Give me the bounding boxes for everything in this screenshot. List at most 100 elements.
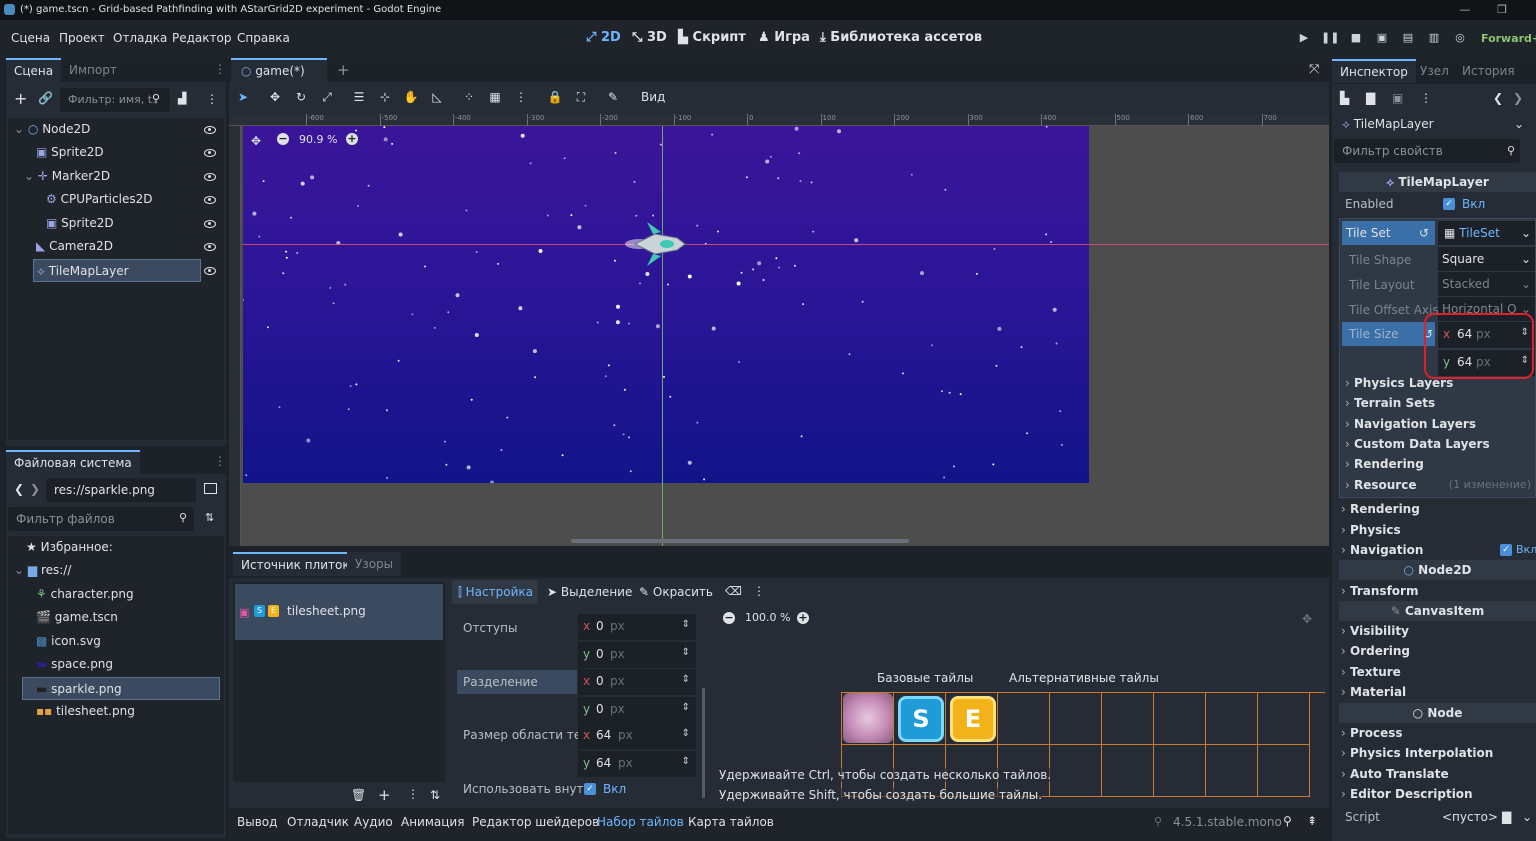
play-scene-icon[interactable]: ▤	[1399, 31, 1417, 47]
tile-grid-cell[interactable]	[1258, 693, 1310, 745]
canvas-viewport[interactable]: -600 -500 -400 -300 -200 -100 0 100 200 300 400 500…	[229, 114, 1329, 546]
forward-icon[interactable]: ❯	[30, 482, 40, 496]
instance-scene-icon[interactable]: 🔗	[38, 91, 53, 105]
section-terrain-sets[interactable]: Terrain Sets	[1340, 393, 1535, 413]
zoom-out-icon[interactable]: −	[723, 612, 735, 624]
history-back-icon[interactable]: ❮	[1493, 91, 1503, 105]
visibility-eye-icon[interactable]	[204, 149, 216, 157]
tile-grid-cell[interactable]	[1050, 745, 1102, 797]
script-picker[interactable]: <пусто> ▇ ⌄	[1436, 805, 1534, 829]
section-navigation-layers[interactable]: Navigation Layers	[1340, 414, 1535, 434]
section-texture[interactable]: Texture	[1336, 662, 1534, 682]
section-physics[interactable]: Physics	[1336, 520, 1534, 540]
source-item-tilesheet[interactable]: ▣ S E tilesheet.png	[235, 584, 443, 640]
section-tileset-rendering[interactable]: Rendering	[1340, 454, 1535, 474]
snap-options-icon[interactable]: ⋮	[513, 89, 529, 105]
subtab-setup[interactable]: ⫿ Настройка	[452, 580, 538, 604]
tab-node[interactable]: Узел	[1412, 59, 1457, 83]
sort-icon[interactable]: ⇅	[205, 511, 214, 524]
sort-sources-icon[interactable]: ⇅	[430, 788, 440, 802]
lock-icon[interactable]: 🔒	[547, 89, 563, 105]
group-icon[interactable]: ⛶	[573, 89, 589, 105]
visibility-eye-icon[interactable]	[204, 126, 216, 134]
history-forward-icon[interactable]: ❯	[1513, 91, 1523, 105]
pause-icon[interactable]: ❚❚	[1321, 31, 1339, 47]
canvasitem-header[interactable]: ✎ CanvasItem	[1339, 601, 1536, 621]
file-item-selected[interactable]: ▬ sparkle.png	[22, 677, 220, 700]
visibility-eye-icon[interactable]	[204, 267, 216, 275]
pin-icon[interactable]: ⚲	[1283, 814, 1292, 828]
tile-grid-cell[interactable]	[1206, 693, 1258, 745]
tree-node-cpuparticles2d[interactable]: ⚙ CPUParticles2D	[46, 188, 206, 211]
play-custom-icon[interactable]: ▥	[1425, 31, 1443, 47]
eraser-icon[interactable]: ⌫	[725, 584, 742, 598]
tree-node-node2d[interactable]: ⌄ ○ Node2D	[14, 118, 214, 141]
tilemaplayer-header[interactable]: ⟡ TileMapLayer	[1339, 172, 1536, 192]
section-navigation[interactable]: Navigation ✓ Вкл	[1336, 540, 1536, 560]
tab-scene[interactable]: Сцена	[6, 58, 62, 82]
save-resource-icon[interactable]: ▣	[1392, 91, 1403, 105]
version-label[interactable]: 4.5.1.stable.mono	[1173, 815, 1282, 829]
menu-help[interactable]: Справка	[237, 31, 290, 45]
tile-grid-cell[interactable]	[1258, 745, 1310, 797]
movie-maker-icon[interactable]: ◎	[1451, 31, 1469, 47]
tree-node-camera2d[interactable]: ◣ Camera2D	[36, 235, 206, 258]
properties-scrollbar[interactable]	[702, 688, 705, 798]
renderer-label[interactable]: Forward+	[1481, 32, 1536, 45]
mode-script[interactable]: ▙ Скрипт	[678, 30, 746, 45]
zoom-in-icon[interactable]: +	[346, 133, 358, 145]
dock-menu-icon[interactable]: ⋮	[214, 62, 226, 76]
source-menu-icon[interactable]: ⋮	[407, 787, 419, 801]
section-visibility[interactable]: Visibility	[1336, 621, 1534, 641]
separation-x-field[interactable]: x 0 px ⇕	[578, 669, 696, 695]
visibility-eye-icon[interactable]	[204, 173, 216, 181]
distraction-free-icon[interactable]: ⤧	[1309, 62, 1319, 77]
grid-snap-icon[interactable]: ▦	[487, 89, 503, 105]
tree-node-sprite2d[interactable]: ▣ Sprite2D	[36, 141, 216, 164]
menu-debug[interactable]: Отладка	[113, 31, 167, 45]
delete-source-icon[interactable]: 🗑	[351, 788, 366, 802]
add-source-icon[interactable]: +	[378, 786, 391, 804]
script-attach-icon[interactable]: ▟	[178, 92, 186, 105]
bone-icon[interactable]: ✎	[605, 89, 621, 105]
split-view-icon[interactable]	[204, 483, 217, 494]
tab-import[interactable]: Импорт	[61, 58, 125, 82]
add-node-icon[interactable]: +	[14, 89, 27, 108]
tile-grid-cell[interactable]	[1102, 693, 1154, 745]
zoom-level[interactable]: 90.9 %	[299, 133, 337, 146]
favorites-item[interactable]: ★ Избранное:	[26, 536, 113, 559]
ruler-tool-icon[interactable]: ◺	[429, 89, 445, 105]
visibility-eye-icon[interactable]	[204, 243, 216, 251]
zoom-in-icon[interactable]: +	[797, 612, 809, 624]
section-editor-description[interactable]: Editor Description	[1336, 784, 1534, 804]
subtab-paint[interactable]: ✎ Окрасить	[639, 585, 713, 599]
tree-node-marker2d[interactable]: ⌄ ✛ Marker2D	[24, 165, 214, 188]
tab-history[interactable]: История	[1454, 59, 1523, 83]
tab-animation[interactable]: Анимация	[401, 815, 464, 829]
tile-e[interactable]: E	[950, 696, 996, 742]
section-ordering[interactable]: Ordering	[1336, 641, 1534, 661]
stop-icon[interactable]: ■	[1347, 31, 1365, 47]
tile-grid-cell[interactable]	[1206, 745, 1258, 797]
tile-grid-cell[interactable]	[1154, 745, 1206, 797]
section-physics-interpolation[interactable]: Physics Interpolation	[1336, 743, 1534, 763]
center-view-icon[interactable]: ✥	[251, 134, 261, 148]
tileset-resource-picker[interactable]: ▦ TileSet ⌄	[1438, 221, 1535, 245]
remote-debug-icon[interactable]: ▣	[1373, 31, 1391, 47]
section-process[interactable]: Process	[1336, 723, 1534, 743]
file-item[interactable]: ▩ icon.svg	[36, 630, 101, 653]
tab-filesystem[interactable]: Файловая система	[6, 450, 140, 474]
section-custom-data-layers[interactable]: Custom Data Layers	[1340, 434, 1535, 454]
atlas-zoom[interactable]: 100.0 %	[745, 611, 790, 624]
play-icon[interactable]: ▶	[1295, 31, 1313, 47]
rotate-tool-icon[interactable]: ↻	[293, 89, 309, 105]
minimize-button[interactable]: —	[1448, 0, 1482, 20]
node2d-header[interactable]: ○ Node2D	[1339, 560, 1536, 580]
paint-menu-icon[interactable]: ⋮	[753, 584, 765, 598]
tile-grid-cell[interactable]	[998, 693, 1050, 745]
res-folder[interactable]: ⌄ ▆ res://	[14, 559, 71, 582]
scale-tool-icon[interactable]: ⤢	[319, 89, 335, 105]
tile-grid-cell[interactable]	[1102, 745, 1154, 797]
extra-options-icon[interactable]: ⋮	[1420, 91, 1432, 105]
tile-grid-cell[interactable]	[1154, 693, 1206, 745]
